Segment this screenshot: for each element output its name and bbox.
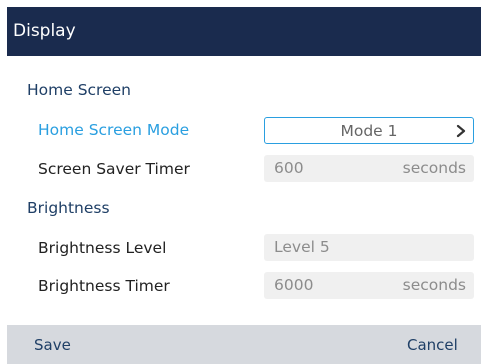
home-screen-mode-value: Mode 1 <box>340 122 398 140</box>
chevron-right-icon <box>456 124 466 138</box>
screen-saver-timer-field[interactable]: 600 seconds <box>264 155 474 182</box>
home-screen-mode-select[interactable]: Mode 1 <box>264 117 474 144</box>
brightness-level-field[interactable]: Level 5 <box>264 234 474 261</box>
brightness-level-label: Brightness Level <box>38 239 167 257</box>
title-bar: Display <box>7 7 481 56</box>
screen-saver-timer-value: 600 <box>274 159 304 177</box>
brightness-timer-unit: seconds <box>402 276 466 294</box>
section-heading-brightness: Brightness <box>27 199 110 217</box>
screen-saver-timer-unit: seconds <box>402 159 466 177</box>
softkey-bar: Save Cancel <box>7 325 481 364</box>
brightness-timer-label: Brightness Timer <box>38 277 170 295</box>
display-settings-screen: Display Home Screen Home Screen Mode Mod… <box>7 7 481 364</box>
brightness-level-value: Level 5 <box>274 238 330 256</box>
section-heading-home-screen: Home Screen <box>27 81 131 99</box>
home-screen-mode-label: Home Screen Mode <box>38 121 190 139</box>
screen-saver-timer-label: Screen Saver Timer <box>38 160 190 178</box>
cancel-button[interactable]: Cancel <box>407 336 458 354</box>
brightness-timer-value: 6000 <box>274 276 314 294</box>
brightness-timer-field[interactable]: 6000 seconds <box>264 272 474 299</box>
page-title: Display <box>13 21 76 41</box>
save-button[interactable]: Save <box>34 336 71 354</box>
